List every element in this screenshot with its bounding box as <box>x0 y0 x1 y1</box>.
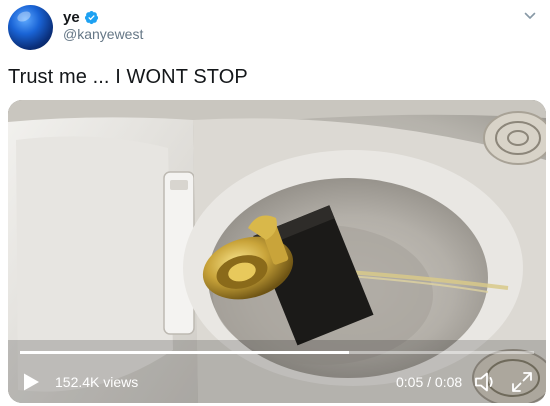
video-frame <box>8 100 546 403</box>
volume-icon[interactable] <box>474 371 498 393</box>
author-handle[interactable]: @kanyewest <box>63 26 143 42</box>
video-progress-fill <box>20 351 349 354</box>
verified-badge-icon <box>84 10 98 24</box>
tweet-header: ye @kanyewest <box>0 0 550 56</box>
display-name[interactable]: ye <box>63 9 80 26</box>
play-icon[interactable] <box>21 372 41 392</box>
video-controls: 152.4K views 0:05 / 0:08 <box>8 362 546 402</box>
tweet-text: Trust me ... I WONT STOP <box>8 66 248 88</box>
author-name-row[interactable]: ye <box>63 8 99 26</box>
view-count: 152.4K views <box>55 374 139 390</box>
chevron-down-icon[interactable] <box>524 10 536 22</box>
fullscreen-icon[interactable] <box>511 371 533 393</box>
avatar[interactable] <box>8 5 53 50</box>
video-time: 0:05 / 0:08 <box>396 374 463 390</box>
video-progress-bar[interactable] <box>20 351 534 354</box>
video-player[interactable]: 152.4K views 0:05 / 0:08 <box>8 100 546 403</box>
